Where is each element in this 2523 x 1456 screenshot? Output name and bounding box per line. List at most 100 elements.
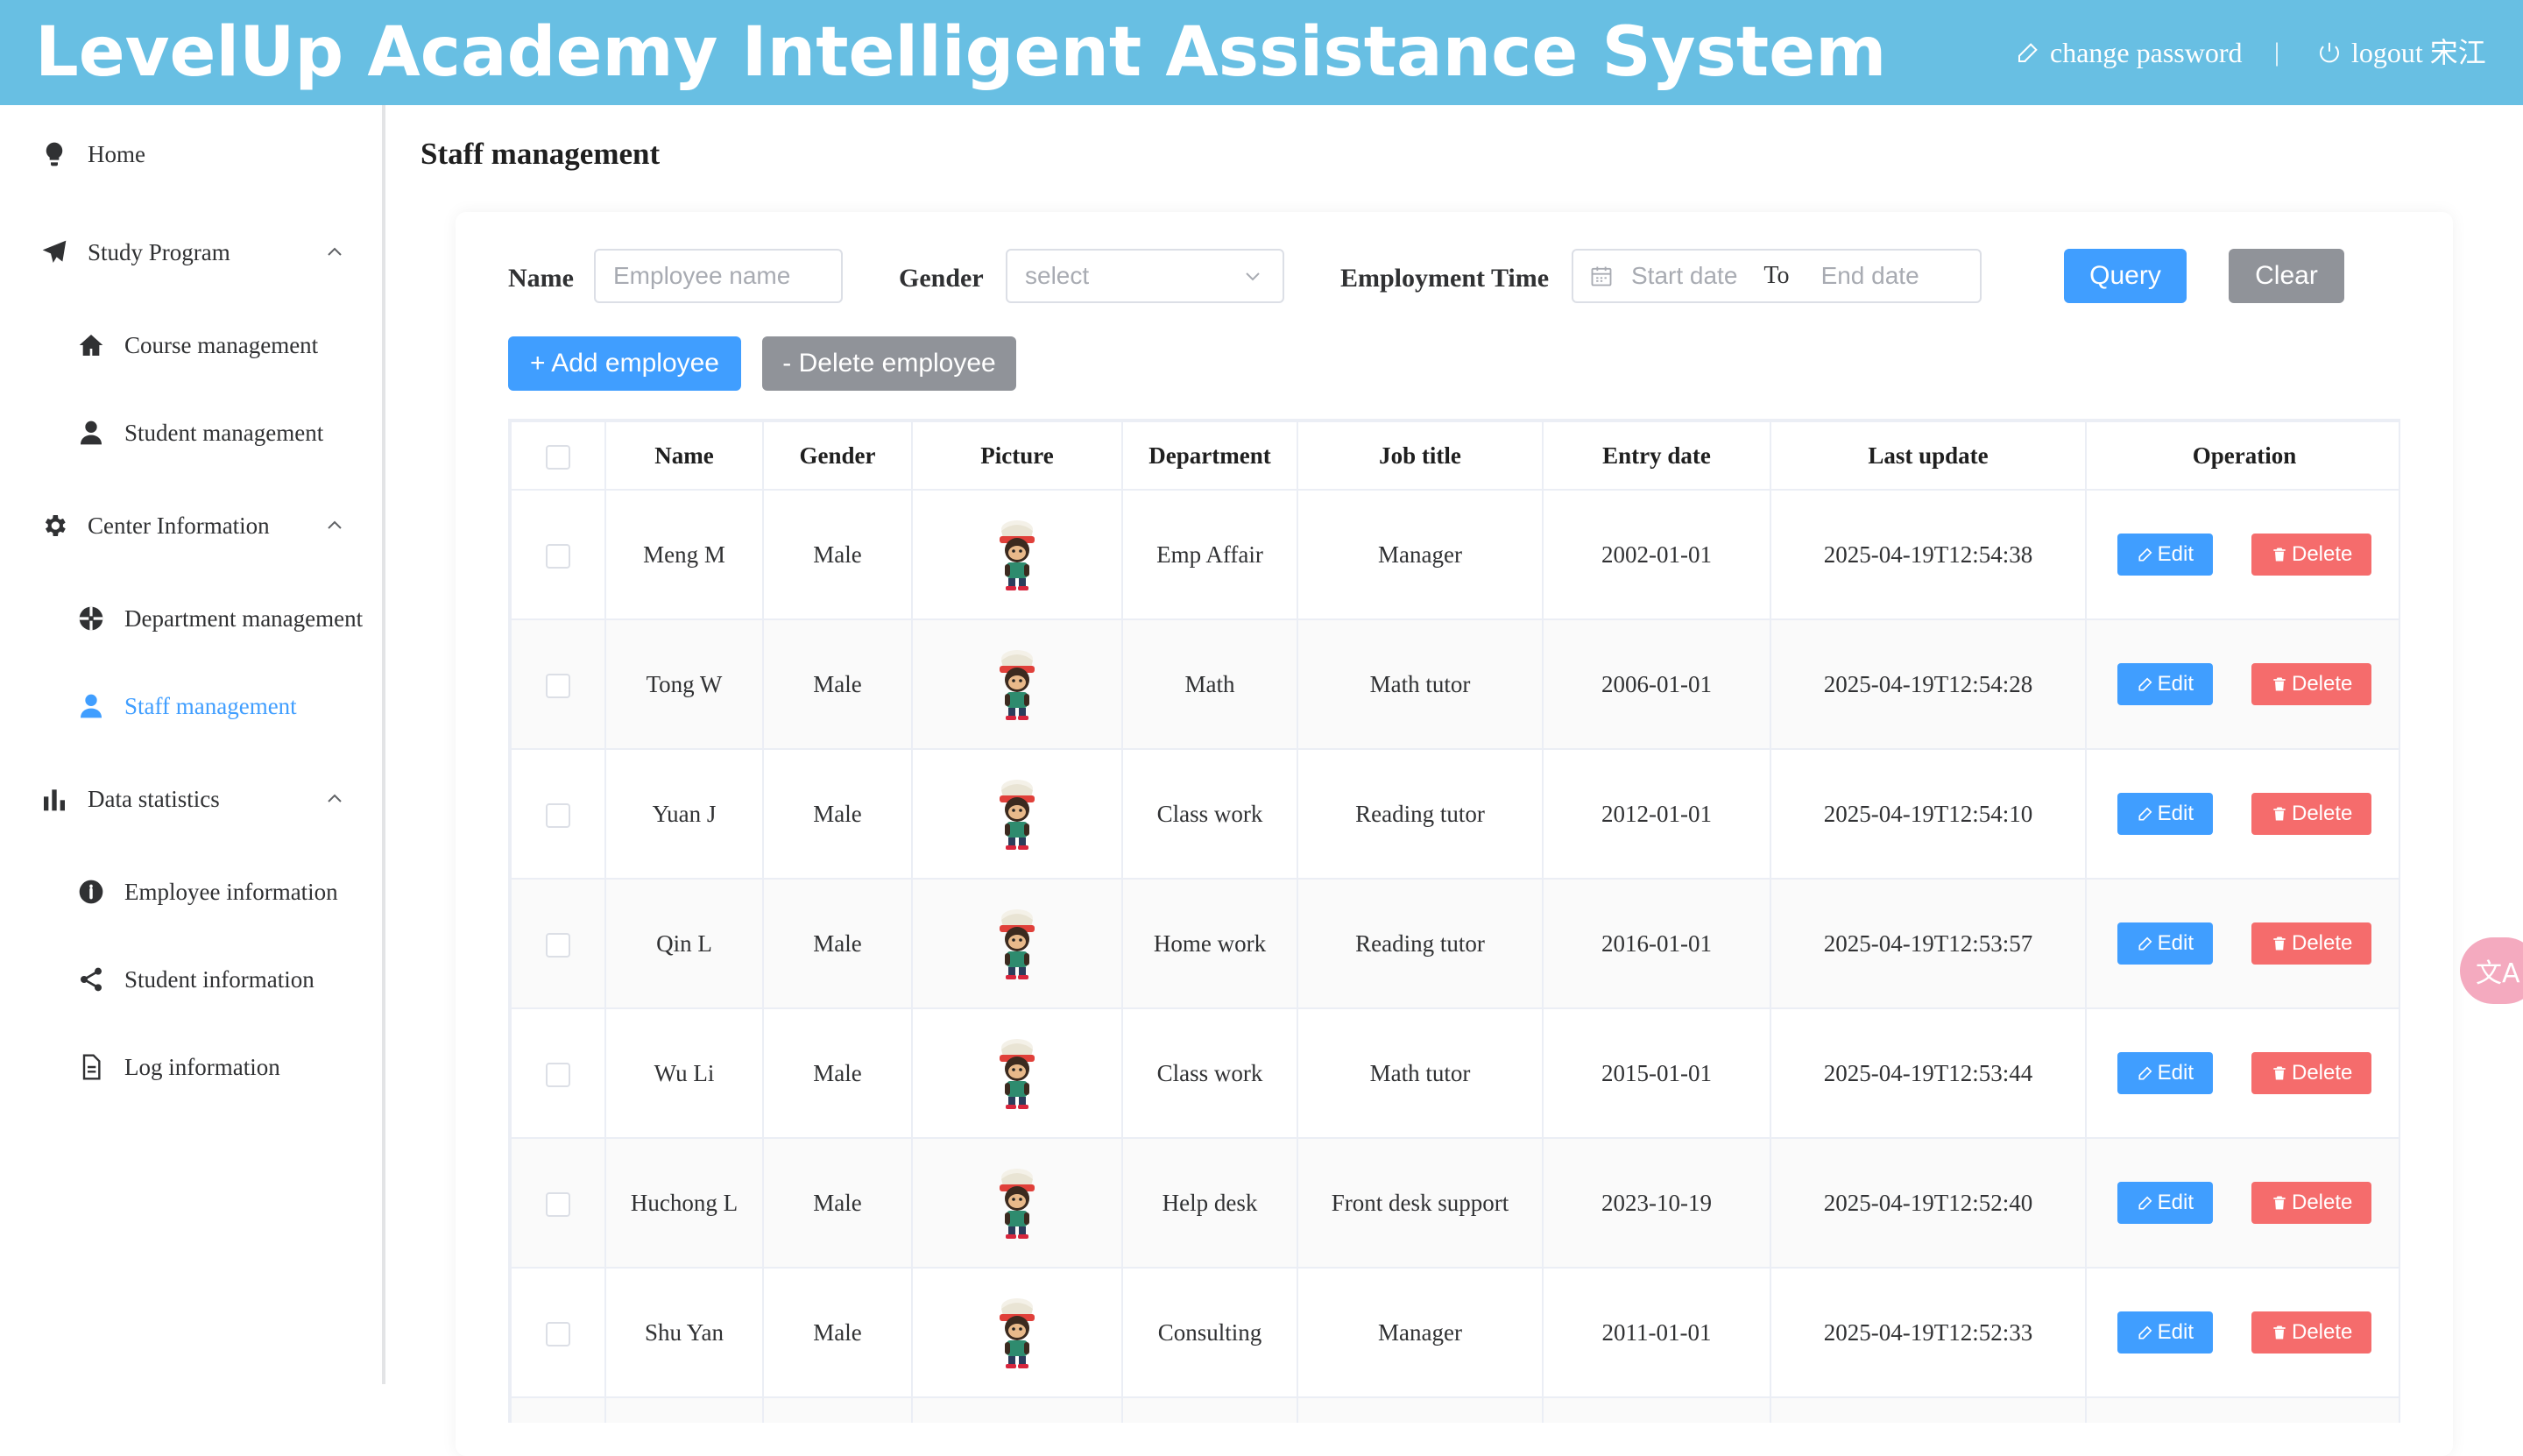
select-all-checkbox[interactable]	[546, 444, 570, 470]
cell-name: Yuan J	[604, 748, 764, 880]
cell-name: Meng M	[604, 489, 764, 620]
delete-button[interactable]: Delete	[2251, 534, 2372, 576]
chevron-up-icon[interactable]	[324, 226, 349, 279]
column-header-gender[interactable]: Gender	[762, 421, 913, 491]
sidebar-item-student-information[interactable]: Student information	[77, 953, 314, 1006]
row-checkbox[interactable]	[546, 1321, 570, 1346]
sidebar-item-label: Student management	[124, 419, 324, 446]
clear-button[interactable]: Clear	[2229, 249, 2344, 303]
change-password-link[interactable]: change password	[2015, 32, 2242, 74]
chevron-up-icon[interactable]	[324, 499, 349, 552]
row-checkbox[interactable]	[546, 932, 570, 958]
sidebar-item-center-information[interactable]: Center Information	[40, 499, 270, 552]
cell-job-title: Manager	[1297, 1267, 1544, 1398]
chevron-up-icon[interactable]	[324, 773, 349, 825]
trash-icon	[2273, 807, 2286, 821]
sidebar-item-label: Center Information	[88, 512, 270, 539]
sidebar-item-course-management[interactable]: Course management	[77, 319, 318, 371]
info-icon	[79, 880, 103, 904]
column-header-last-update[interactable]: Last update	[1770, 421, 2087, 491]
cell-operation: Edit Delete	[2085, 878, 2399, 1009]
edit-button[interactable]: Edit	[2117, 534, 2213, 576]
edit-button[interactable]: Edit	[2117, 1182, 2213, 1224]
delete-button[interactable]: Delete	[2251, 1052, 2372, 1094]
table-row[interactable]	[510, 1396, 2399, 1423]
edit-button[interactable]: Edit	[2117, 1052, 2213, 1094]
delete-button[interactable]: Delete	[2251, 922, 2372, 965]
gender-select-placeholder: select	[1025, 262, 1090, 289]
cell-entry-date: 2011-01-01	[1542, 1267, 1771, 1398]
logout-link[interactable]: logout 宋江	[2316, 32, 2486, 74]
column-header-picture[interactable]: Picture	[911, 421, 1123, 491]
delete-button[interactable]: Delete	[2251, 793, 2372, 835]
cell-department: Home work	[1121, 878, 1298, 1009]
column-header-operation[interactable]: Operation	[2085, 421, 2399, 491]
column-header-entry-date[interactable]: Entry date	[1542, 421, 1771, 491]
row-checkbox[interactable]	[546, 1062, 570, 1087]
start-date-placeholder[interactable]: Start date	[1631, 251, 1737, 301]
select-all-cell	[510, 421, 606, 491]
cell-gender: Male	[762, 1267, 913, 1398]
row-checkbox[interactable]	[546, 1191, 570, 1217]
gender-filter-label: Gender	[899, 264, 984, 293]
delete-button-label: Delete	[2291, 542, 2353, 566]
employment-date-range[interactable]: Start date To End date	[1572, 249, 1982, 303]
sidebar-item-study-program[interactable]: Study Program	[40, 226, 230, 279]
sidebar-item-student-management[interactable]: Student management	[77, 406, 323, 459]
avatar	[1000, 1298, 1035, 1368]
page-title: Staff management	[420, 137, 661, 171]
table-row[interactable]: Yuan J Male Class work Reading tutor 2012-01…	[510, 748, 2399, 880]
row-select-cell	[510, 1007, 606, 1139]
edit-button[interactable]: Edit	[2117, 663, 2213, 705]
avatar	[1000, 650, 1035, 720]
edit-button[interactable]: Edit	[2117, 1311, 2213, 1354]
add-employee-button[interactable]: + Add employee	[508, 336, 741, 391]
cell-last-update: 2025-04-19T12:54:28	[1770, 618, 2087, 750]
table-row[interactable]: Meng M Male Emp Affair Manager 2002-01-01 202…	[510, 489, 2399, 620]
row-select-cell	[510, 748, 606, 880]
sidebar-item-department-management[interactable]: Department management	[77, 592, 363, 645]
row-checkbox[interactable]	[546, 802, 570, 828]
trash-icon	[2273, 937, 2286, 951]
sidebar-item-label: Department management	[124, 604, 364, 632]
employee-name-input[interactable]	[594, 249, 843, 303]
row-checkbox[interactable]	[546, 673, 570, 698]
sidebar-item-home[interactable]: Home	[40, 128, 145, 180]
sidebar-item-label: Study Program	[88, 238, 230, 265]
power-icon	[2320, 42, 2339, 63]
column-header-department[interactable]: Department	[1121, 421, 1298, 491]
table-row[interactable]: Wu Li Male Class work Math tutor 2015-01-01 2…	[510, 1007, 2399, 1139]
user-icon	[81, 421, 102, 445]
sidebar-item-log-information[interactable]: Log information	[77, 1041, 280, 1093]
row-checkbox[interactable]	[546, 543, 570, 569]
table-row[interactable]: Qin L Male Home work Reading tutor 2016-01-0…	[510, 878, 2399, 1009]
delete-button[interactable]: Delete	[2251, 1182, 2372, 1224]
avatar	[1000, 520, 1035, 590]
table-row[interactable]: Tong W Male Math Math tutor 2006-01-01 2025-0…	[510, 618, 2399, 750]
delete-button-label: Delete	[2291, 1191, 2353, 1214]
operation-buttons: Edit Delete	[2087, 1182, 2399, 1224]
delete-employee-button[interactable]: - Delete employee	[762, 336, 1016, 391]
sidebar-item-staff-management[interactable]: Staff management	[77, 680, 297, 732]
change-password-label: change password	[2050, 37, 2243, 68]
delete-button-label: Delete	[2291, 1320, 2353, 1344]
trash-icon	[2273, 1066, 2286, 1080]
query-button[interactable]: Query	[2064, 249, 2187, 303]
sidebar-item-employee-information[interactable]: Employee information	[77, 866, 338, 918]
sidebar-item-data-statistics[interactable]: Data statistics	[40, 773, 220, 825]
end-date-placeholder[interactable]: End date	[1821, 251, 1919, 301]
edit-button[interactable]: Edit	[2117, 793, 2213, 835]
edit-button[interactable]: Edit	[2117, 922, 2213, 965]
cell-job-title: Math tutor	[1297, 618, 1544, 750]
paper-plane-icon	[42, 240, 67, 263]
gender-select[interactable]: select	[1006, 249, 1284, 303]
column-header-job-title[interactable]: Job title	[1297, 421, 1544, 491]
translate-fab[interactable]: 文A	[2460, 937, 2523, 1004]
delete-button[interactable]: Delete	[2251, 1311, 2372, 1354]
table-row[interactable]: Huchong L Male Help desk Front desk support…	[510, 1137, 2399, 1269]
table-row[interactable]: Shu Yan Male Consulting Manager 2011-01-01 20…	[510, 1267, 2399, 1398]
cell-operation: Edit Delete	[2085, 1007, 2399, 1139]
column-header-name[interactable]: Name	[604, 421, 764, 491]
delete-button[interactable]: Delete	[2251, 663, 2372, 705]
sidebar-item-label: Employee information	[124, 878, 338, 905]
